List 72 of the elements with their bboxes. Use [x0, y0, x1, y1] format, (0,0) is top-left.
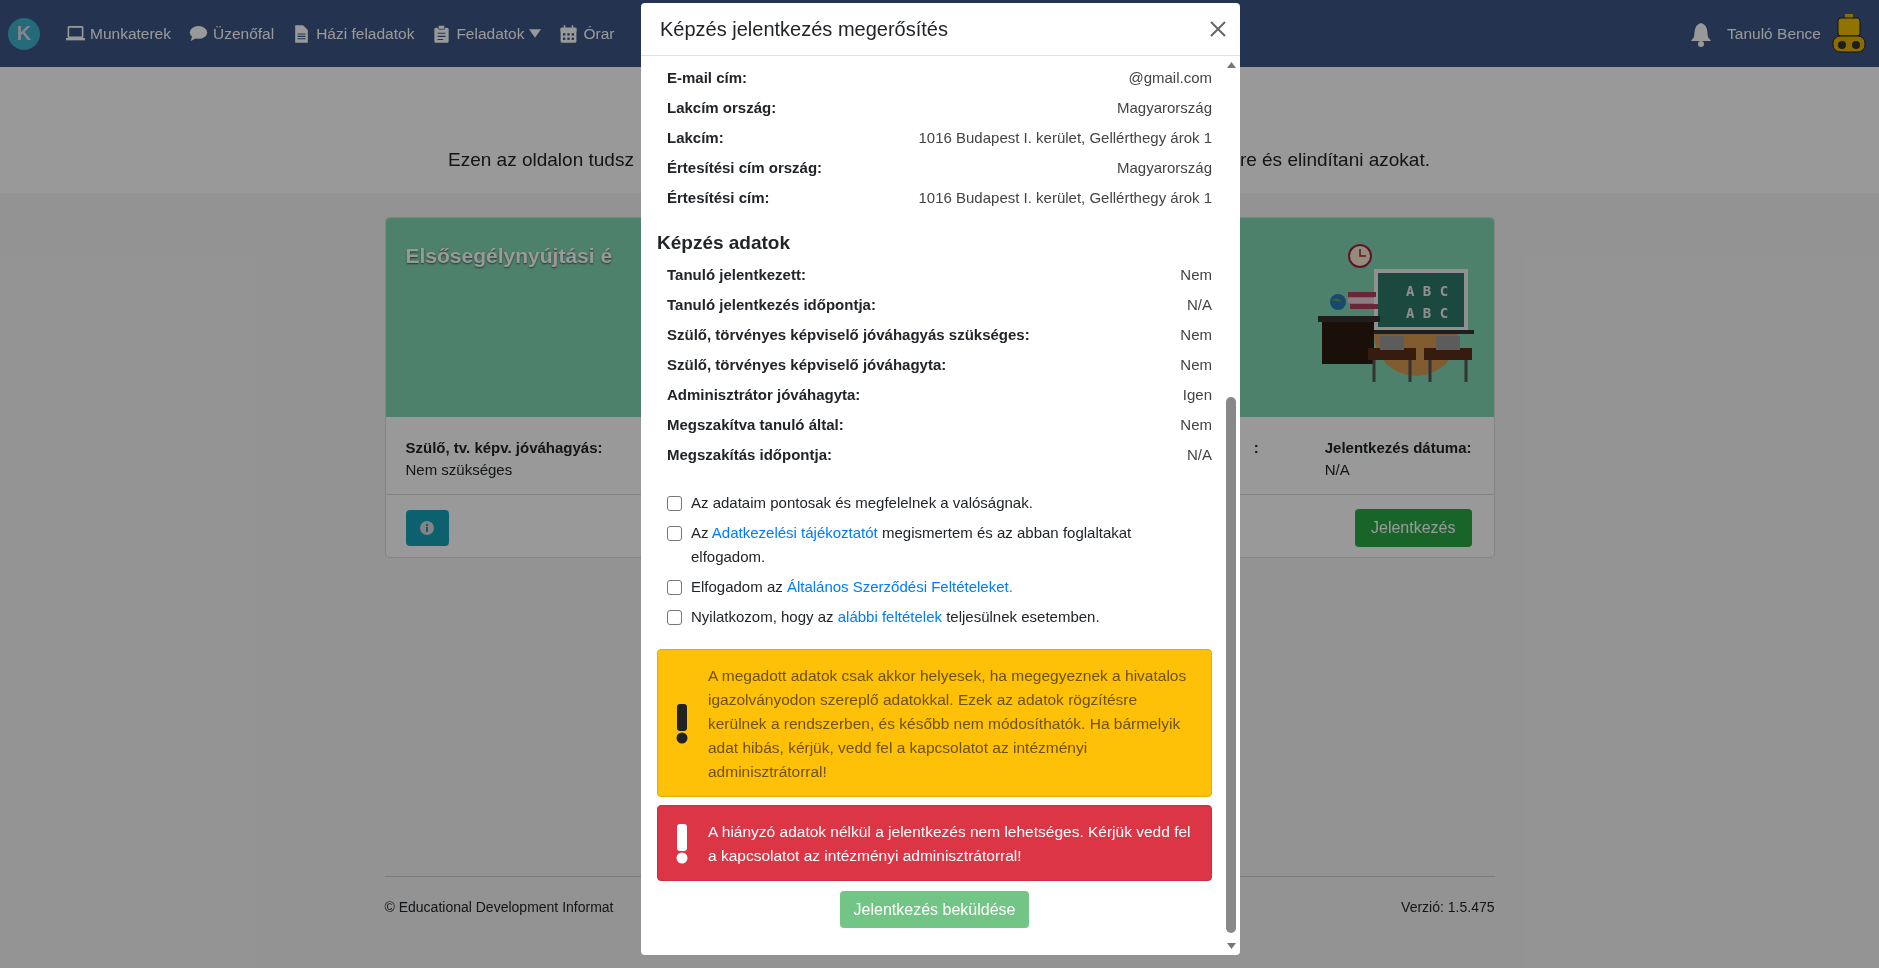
exclamation-icon	[676, 824, 688, 864]
detail-label: Lakcím:	[667, 129, 724, 146]
intro-text: Ezen az oldalon tudsz	[448, 149, 634, 171]
detail-label: Megszakítva tanuló által:	[667, 416, 844, 433]
user-name[interactable]: Tanuló Bence	[1727, 24, 1821, 43]
detail-value: Magyarország	[1116, 99, 1212, 116]
nav-link[interactable]: Házi feladatok	[292, 24, 415, 43]
notification-bell-icon[interactable]	[1689, 20, 1714, 47]
detail-value: Nem	[1180, 326, 1212, 343]
checkbox[interactable]	[667, 610, 682, 625]
detail-label: Tanuló jelentkezett:	[667, 266, 806, 283]
detail-value: 1016 Budapest I. kerület, Gellérthegy árok 1	[918, 129, 1212, 146]
apply-button[interactable]: Jelentkezés	[1355, 509, 1472, 547]
link[interactable]: Általános Szerződési Feltételeket.	[786, 578, 1013, 595]
nav-link[interactable]: Üzenőfal	[189, 24, 275, 43]
detail-label: Megszakítás időpontja:	[667, 446, 833, 463]
detail-label: Értesítési cím ország:	[667, 159, 823, 176]
detail-label: E-mail cím:	[667, 69, 748, 86]
field-label: :	[1253, 439, 1259, 456]
checkbox[interactable]	[667, 526, 682, 541]
detail-label: Tanuló jelentkezés időpontja:	[667, 296, 876, 313]
laptop-icon	[66, 24, 85, 43]
exclamation-icon	[676, 704, 688, 744]
detail-label: Értesítési cím:	[667, 189, 770, 206]
board-text: A B C	[1405, 283, 1448, 299]
field-label: Szülő, tv. képv. jóváhagyás:	[405, 439, 603, 456]
field-label: Jelentkezés dátuma:	[1324, 439, 1472, 456]
detail-label: Lakcím ország:	[667, 99, 777, 116]
checkbox[interactable]	[667, 496, 682, 511]
clipboard-icon	[432, 24, 452, 43]
close-icon	[1210, 21, 1226, 37]
detail-value: @gmail.com	[1128, 69, 1212, 86]
detail-label: Szülő, törvényes képviselő jóváhagyás szükséges:	[667, 326, 1030, 343]
scroll-down-icon[interactable]	[1227, 943, 1236, 949]
scrollbar[interactable]	[1225, 62, 1238, 949]
nav-link[interactable]: Munkaterek	[66, 24, 171, 43]
detail-value: Nem	[1180, 416, 1212, 433]
field-value: Nem szükséges	[405, 461, 514, 478]
nav-link[interactable]: Órar	[559, 24, 615, 43]
intro-text: re és elindítani azokat.	[1239, 149, 1430, 171]
link[interactable]: alábbi feltételek	[837, 608, 942, 625]
detail-label: Adminisztrátor jóváhagyta:	[667, 386, 861, 403]
info-button[interactable]	[405, 510, 449, 546]
checkbox-label: Nyilatkozom, hogy az alábbi feltételek teljesülnek esetemben.	[691, 607, 1100, 627]
detail-value: Nem	[1180, 266, 1212, 283]
info-icon	[420, 521, 434, 535]
chat-icon	[189, 24, 208, 43]
card-title: Elsősegélynyújtási é	[405, 244, 613, 269]
calendar-icon	[559, 24, 579, 43]
copyright-text: © Educational Development Informat	[384, 899, 614, 915]
checkbox[interactable]	[667, 580, 682, 595]
robot-avatar-icon[interactable]	[1831, 13, 1867, 54]
alert-text: A hiányzó adatok nélkül a jelentkezés nem lehetséges. Kérjük vedd fel a kapcsolatot az intézményi adminisztrátorral!	[708, 822, 1192, 866]
link[interactable]: Adatkezelési tájékoztatót	[711, 524, 878, 541]
checkbox-label: Az adataim pontosak és megfelelnek a valóságnak.	[691, 493, 1033, 513]
detail-value: 1016 Budapest I. kerület, Gellérthegy árok 1	[918, 189, 1212, 206]
detail-value: Nem	[1180, 356, 1212, 373]
board-text: A B C	[1405, 305, 1448, 321]
nav-link[interactable]: Feladatok	[432, 24, 542, 43]
detail-value: N/A	[1187, 446, 1212, 463]
modal-title: Képzés jelentkezés megerősítés	[660, 17, 948, 41]
alert-text: A megadott adatok csak akkor helyesek, ha megegyeznek a hivatalos igazolványodon szereplő adatokkal. Ezek az adatok rögzítésre kerülnek a rendszerben, és később nem módosíthatók. Ha bármelyik adat hibás, kérjük, vedd fel a kapcsolatot az intézményi adminisztrátorral!	[708, 666, 1188, 782]
detail-label: Szülő, törvényes képviselő jóváhagyta:	[667, 356, 947, 373]
detail-value: Magyarország	[1116, 159, 1212, 176]
caret-icon	[529, 29, 542, 38]
checkbox-label: Az Adatkezelési tájékoztatót megismertem és az abban foglaltakat elfogadom.	[691, 523, 1133, 567]
detail-value: N/A	[1187, 296, 1212, 313]
section-heading: Képzés adatok	[657, 232, 792, 254]
field-value: N/A	[1324, 461, 1351, 478]
checkbox-label: Elfogadom az Általános Szerződési Feltételeket.	[691, 577, 1013, 597]
detail-value: Igen	[1182, 386, 1212, 403]
version-text: Verzió: 1.5.475	[1401, 899, 1495, 915]
